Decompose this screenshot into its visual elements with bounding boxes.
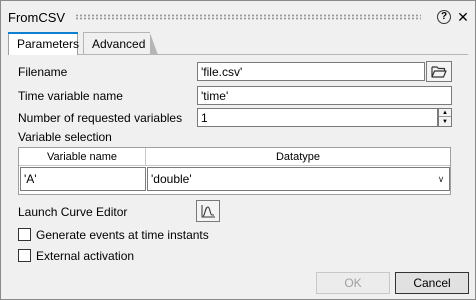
launch-curve-editor-button[interactable] <box>196 200 220 222</box>
column-header-variable-name[interactable]: Variable name <box>19 148 146 166</box>
num-vars-input[interactable]: 1 <box>197 108 438 127</box>
tab-advanced[interactable]: Advanced <box>83 32 158 55</box>
curve-icon <box>201 205 215 218</box>
drag-grip[interactable] <box>75 14 421 20</box>
ok-button[interactable]: OK <box>316 272 390 294</box>
variable-name-cell[interactable]: 'A' <box>20 167 146 191</box>
filename-input[interactable]: 'file.csv' <box>197 62 425 81</box>
spin-down-icon[interactable]: ▼ <box>439 118 451 126</box>
help-icon[interactable]: ? <box>437 10 451 24</box>
num-vars-label: Number of requested variables <box>18 111 183 125</box>
datatype-select[interactable]: 'double' ∨ <box>147 167 450 191</box>
dialog-title: FromCSV <box>8 10 66 25</box>
generate-events-checkbox[interactable] <box>18 228 31 241</box>
time-variable-input[interactable]: 'time' <box>197 86 452 105</box>
column-header-datatype[interactable]: Datatype <box>146 148 450 166</box>
num-vars-spinner[interactable]: ▲ ▼ <box>438 108 452 127</box>
fromcsv-dialog: FromCSV ? ✕ Parameters Advanced Filename… <box>0 0 476 300</box>
tab-parameters[interactable]: Parameters <box>8 32 79 55</box>
generate-events-label: Generate events at time instants <box>36 228 209 242</box>
spin-up-icon[interactable]: ▲ <box>439 109 451 117</box>
cancel-button[interactable]: Cancel <box>395 272 469 294</box>
folder-open-icon <box>431 66 447 78</box>
time-variable-label: Time variable name <box>18 89 123 103</box>
title-bar[interactable]: FromCSV ? ✕ <box>1 1 475 31</box>
filename-label: Filename <box>18 65 68 79</box>
external-activation-checkbox[interactable] <box>18 249 31 262</box>
close-icon[interactable]: ✕ <box>456 9 470 25</box>
datatype-value: 'double' <box>151 172 192 186</box>
variable-selection-label: Variable selection <box>18 130 112 144</box>
browse-button[interactable] <box>426 61 452 82</box>
variable-table: Variable name Datatype 'A' 'double' ∨ <box>18 147 451 195</box>
external-activation-label: External activation <box>36 249 135 263</box>
chevron-down-icon[interactable]: ∨ <box>433 168 449 190</box>
curve-editor-label: Launch Curve Editor <box>18 205 128 219</box>
